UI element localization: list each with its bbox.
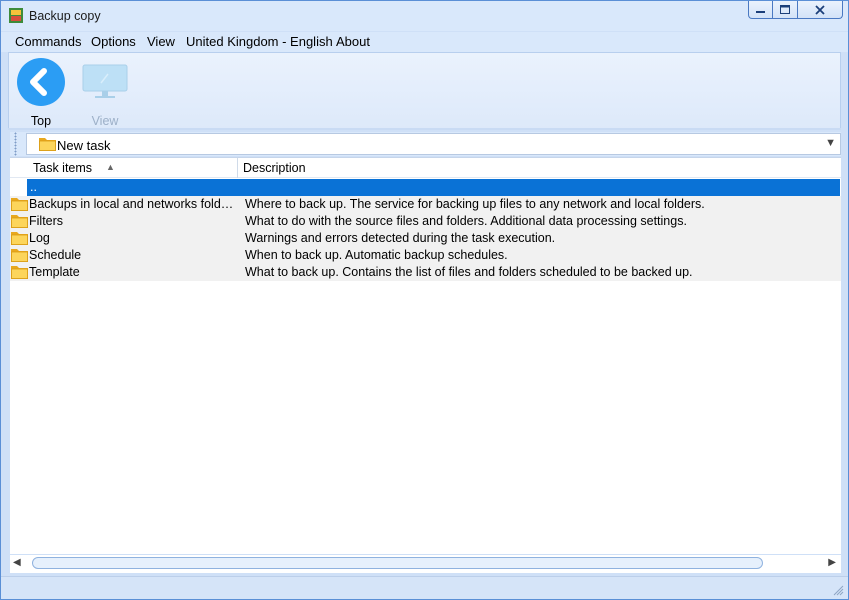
row-name: Log xyxy=(29,231,50,245)
menu-view[interactable]: View xyxy=(147,34,175,49)
menu-bar: Commands Options View United Kingdom - E… xyxy=(1,32,848,52)
menu-options[interactable]: Options xyxy=(91,34,136,49)
horizontal-scrollbar[interactable]: ◀ ▶ xyxy=(10,555,841,573)
window-title: Backup copy xyxy=(29,9,101,23)
table-row[interactable]: .. xyxy=(27,179,840,196)
top-button-label: Top xyxy=(30,114,52,128)
row-description: When to back up. Automatic backup schedu… xyxy=(245,248,508,262)
row-name: Schedule xyxy=(29,248,82,262)
folder-icon xyxy=(11,266,28,279)
view-button[interactable]: View xyxy=(76,57,134,128)
path-dropdown[interactable]: New task ▼ xyxy=(26,133,841,155)
toolbar-grip[interactable] xyxy=(14,132,17,156)
app-window: Backup copy Commands Options View United… xyxy=(0,0,849,600)
menu-about[interactable]: About xyxy=(336,34,370,49)
path-value: New task xyxy=(57,138,111,153)
menu-commands[interactable]: Commands xyxy=(15,34,81,49)
task-list: Task items ▲ Description .. Backups in l… xyxy=(10,157,841,554)
row-name: Filters xyxy=(29,214,64,228)
table-row[interactable]: Filters What to do with the source files… xyxy=(10,213,841,230)
scroll-right-icon[interactable]: ▶ xyxy=(828,557,836,568)
back-arrow-icon xyxy=(17,58,65,106)
toolbar: Top View xyxy=(8,52,841,129)
row-description: What to do with the source files and fol… xyxy=(245,214,687,228)
minimize-button[interactable] xyxy=(748,1,773,19)
dropdown-arrow-icon[interactable]: ▼ xyxy=(825,137,836,149)
column-header-description[interactable]: Description xyxy=(243,161,306,175)
table-row[interactable]: Template What to back up. Contains the l… xyxy=(10,264,841,281)
row-description: What to back up. Contains the list of fi… xyxy=(245,265,693,279)
table-row[interactable]: Log Warnings and errors detected during … xyxy=(10,230,841,247)
folder-icon xyxy=(39,138,56,151)
folder-icon xyxy=(11,232,28,245)
row-description: Warnings and errors detected during the … xyxy=(245,231,556,245)
folder-icon xyxy=(11,215,28,228)
table-row[interactable]: Schedule When to back up. Automatic back… xyxy=(10,247,841,264)
status-bar xyxy=(1,576,848,599)
column-headers: Task items ▲ Description xyxy=(10,158,841,178)
monitor-icon xyxy=(82,64,128,98)
row-name: Template xyxy=(29,265,80,279)
maximize-button[interactable] xyxy=(773,1,798,19)
title-bar[interactable]: Backup copy xyxy=(1,1,848,31)
view-button-label: View xyxy=(91,114,119,128)
window-controls xyxy=(748,1,843,21)
folder-icon xyxy=(11,198,28,211)
column-divider[interactable] xyxy=(237,158,238,178)
minimize-icon xyxy=(756,11,765,13)
close-icon xyxy=(815,4,825,15)
folder-icon xyxy=(11,249,28,262)
top-button[interactable]: Top xyxy=(12,57,70,128)
app-icon xyxy=(9,8,23,23)
menu-language[interactable]: United Kingdom - English xyxy=(186,34,333,49)
close-button[interactable] xyxy=(798,1,843,19)
maximize-icon xyxy=(780,5,790,14)
scroll-left-icon[interactable]: ◀ xyxy=(13,557,21,568)
scrollbar-thumb[interactable] xyxy=(32,557,763,569)
row-name: .. xyxy=(30,180,37,194)
column-header-task-items[interactable]: Task items xyxy=(33,161,92,175)
toolbar-divider xyxy=(8,128,841,130)
table-row[interactable]: Backups in local and networks folders Wh… xyxy=(10,196,841,213)
row-name: Backups in local and networks folders xyxy=(29,197,236,211)
row-description: Where to back up. The service for backin… xyxy=(245,197,705,211)
sort-ascending-icon: ▲ xyxy=(106,162,115,172)
size-grip-icon[interactable] xyxy=(832,584,844,596)
address-bar: New task ▼ xyxy=(10,132,841,156)
